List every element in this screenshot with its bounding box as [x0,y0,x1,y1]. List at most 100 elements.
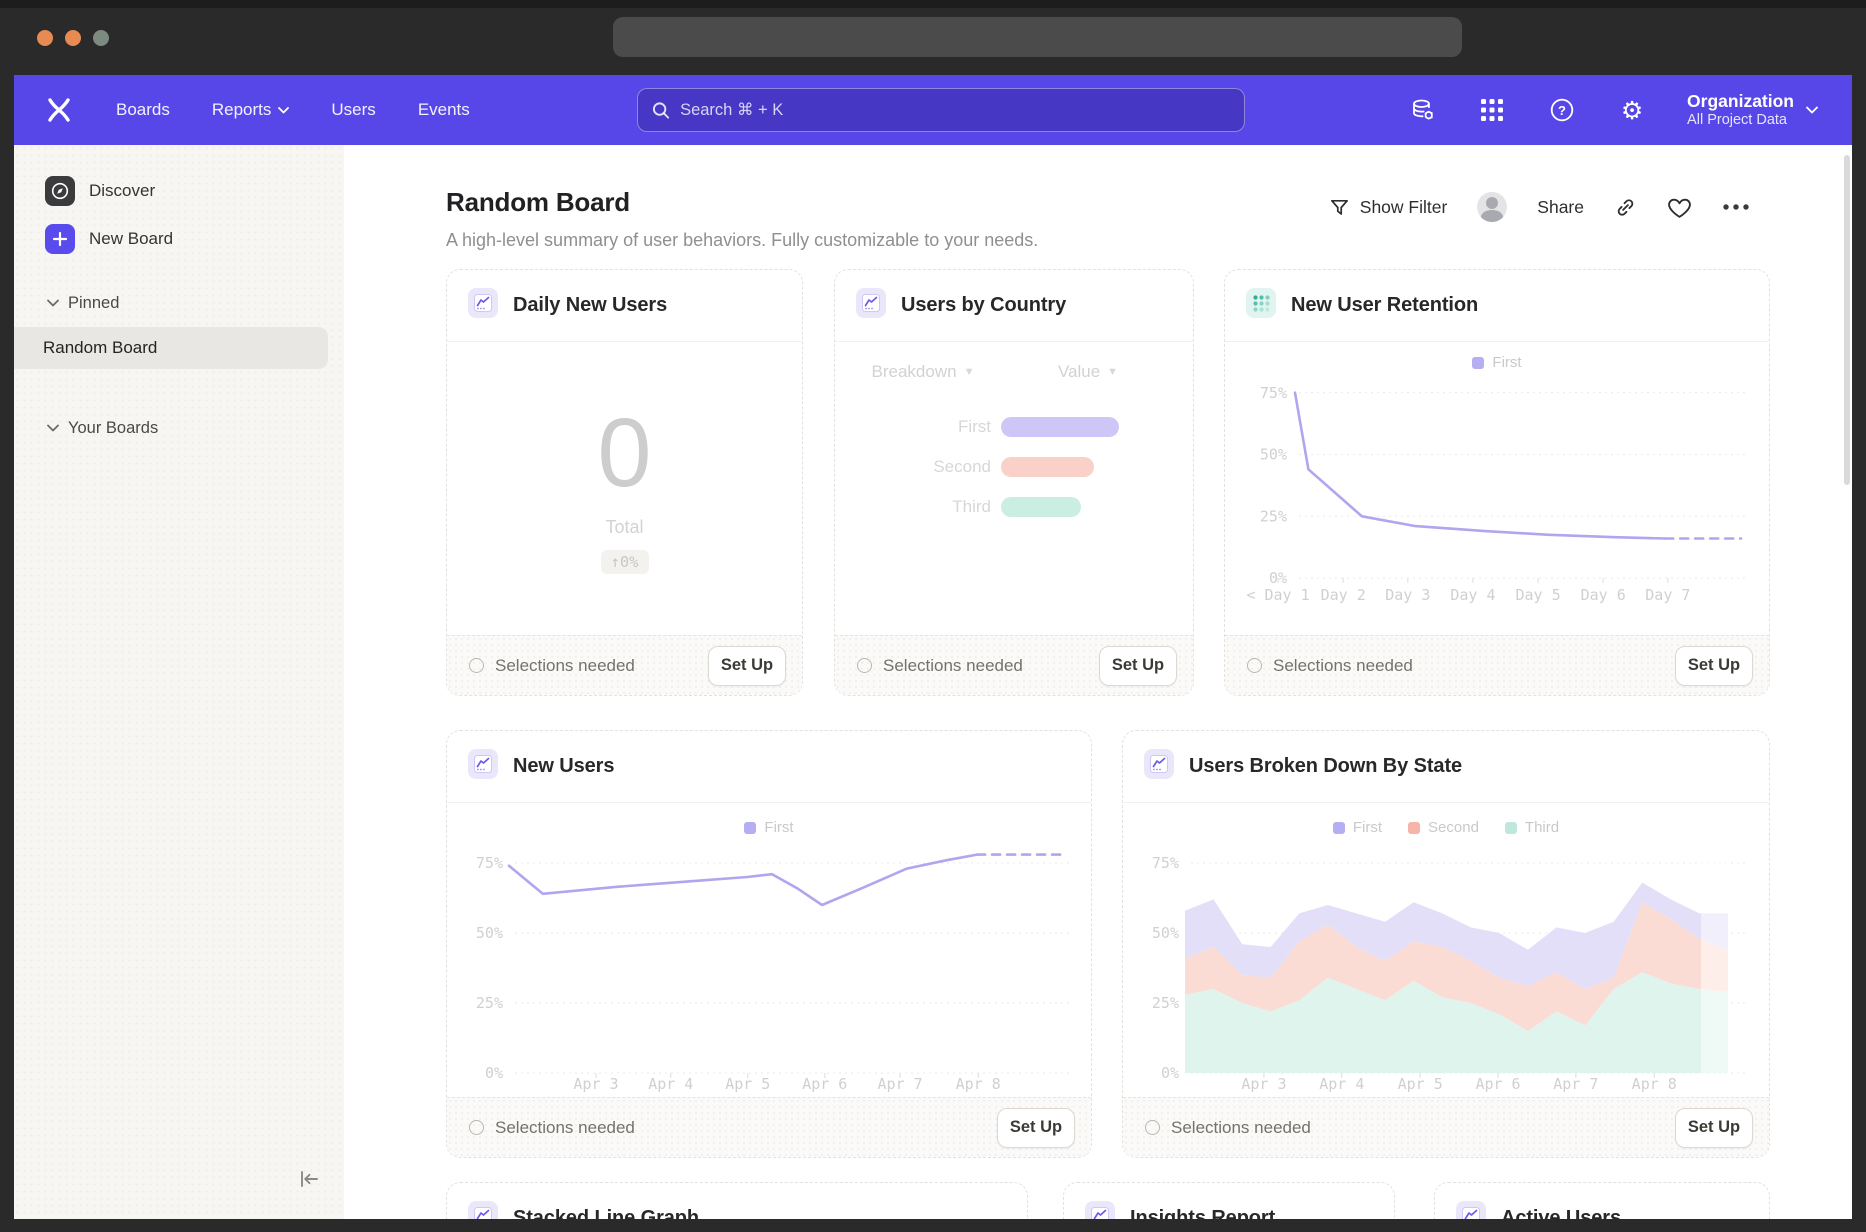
card-stacked-line-graph: Stacked Line Graph [446,1182,1028,1219]
nav-label: Reports [212,100,272,120]
help-icon[interactable]: ? [1547,95,1577,125]
nav-item-reports[interactable]: Reports [212,100,290,120]
card-users-by-state: Users Broken Down By State First Second Th… [1122,730,1770,1158]
line-chart-icon [468,1201,498,1220]
copy-link-icon[interactable] [1614,196,1637,219]
legend-item: First [744,819,793,836]
favorite-heart-icon[interactable] [1667,196,1692,219]
org-subtitle: All Project Data [1687,111,1794,129]
svg-text:Day 4: Day 4 [1450,586,1495,604]
avatar[interactable] [1477,192,1507,222]
bar-third [1001,497,1081,517]
search-input[interactable] [680,101,1230,120]
mixpanel-logo-icon[interactable] [44,95,74,125]
window-minimize-button[interactable] [65,30,81,46]
set-up-button[interactable]: Set Up [708,646,786,686]
show-filter-button[interactable]: Show Filter [1329,197,1448,218]
search-icon [652,101,670,120]
status-circle-icon [1145,1120,1160,1135]
chevron-down-icon [278,107,289,114]
section-label: Your Boards [68,419,158,438]
apps-grid-icon[interactable] [1477,95,1507,125]
svg-text:25%: 25% [476,994,503,1012]
more-options-icon[interactable] [1722,203,1750,211]
status-selections-needed: Selections needed [1145,1118,1311,1138]
bar-second [1001,457,1094,477]
compass-icon [45,176,75,206]
country-bar-row: Second [871,447,1173,487]
nav-item-users[interactable]: Users [331,100,375,120]
breakdown-dropdown[interactable]: Breakdown▼ [868,362,978,382]
chevron-down-icon [1806,106,1818,114]
bar-category-label: Third [871,497,991,517]
screen: Boards Reports Users Events [0,0,1866,1232]
sidebar-label: Random Board [43,338,157,358]
share-label: Share [1537,197,1584,218]
svg-text:25%: 25% [1152,994,1179,1012]
filter-icon [1329,197,1350,218]
svg-text:50%: 50% [1260,446,1287,464]
card-title: Insights Report [1130,1207,1275,1220]
sidebar-item-random-board[interactable]: Random Board [14,327,328,369]
scrollbar[interactable] [1844,155,1850,485]
line-chart-icon [1085,1201,1115,1220]
org-title: Organization [1687,91,1794,111]
svg-text:25%: 25% [1260,507,1287,525]
data-management-icon[interactable] [1407,95,1437,125]
line-chart-icon [468,288,498,323]
window-close-button[interactable] [37,30,53,46]
sidebar-collapse-button[interactable] [296,1168,322,1195]
line-chart-icon [856,288,886,323]
svg-text:Day 7: Day 7 [1645,586,1690,604]
section-label: Pinned [68,294,119,313]
card-title: Users Broken Down By State [1189,755,1462,778]
nav-item-boards[interactable]: Boards [116,100,170,120]
svg-text:Day 2: Day 2 [1321,586,1366,604]
legend-swatch [1408,822,1420,834]
settings-gear-icon[interactable]: ⚙ [1617,95,1647,125]
card-title: New Users [513,755,614,778]
metric-label: Total [605,517,643,538]
card-insights-report: Insights Report [1063,1182,1395,1219]
line-chart-icon [1456,1201,1486,1220]
window-zoom-button[interactable] [93,30,109,46]
card-title: New User Retention [1291,294,1478,317]
global-search[interactable] [637,88,1245,132]
sidebar-section-pinned[interactable]: Pinned [14,288,344,318]
legend-item: First [1472,354,1521,371]
card-title: Users by Country [901,294,1066,317]
country-bar-row: Third [871,487,1173,527]
legend-item: First [1333,819,1382,836]
set-up-button[interactable]: Set Up [997,1108,1075,1148]
status-selections-needed: Selections needed [469,656,635,676]
share-button[interactable]: Share [1537,197,1584,218]
sidebar-item-discover[interactable]: Discover [14,173,344,209]
sidebar-item-new-board[interactable]: New Board [14,221,344,257]
set-up-button[interactable]: Set Up [1099,646,1177,686]
svg-text:< Day 1: < Day 1 [1246,586,1309,604]
legend-label: First [764,819,793,836]
sidebar-section-your-boards[interactable]: Your Boards [14,413,344,443]
card-new-users: New Users First 75%50%25%0%Apr 3Apr 4Apr… [446,730,1092,1158]
org-switcher[interactable]: Organization All Project Data [1687,91,1818,129]
status-selections-needed: Selections needed [857,656,1023,676]
status-circle-icon [857,658,872,673]
status-selections-needed: Selections needed [469,1118,635,1138]
window-controls [37,30,109,46]
legend-item: Second [1408,819,1479,836]
svg-text:0%: 0% [485,1064,503,1082]
svg-text:Day 6: Day 6 [1581,586,1626,604]
legend-label: First [1353,819,1382,836]
nav-item-events[interactable]: Events [418,100,470,120]
legend-label: Third [1525,819,1559,836]
svg-text:Day 5: Day 5 [1515,586,1560,604]
sidebar-label: Discover [89,181,155,201]
card-title: Active Users [1501,1207,1621,1220]
show-filter-label: Show Filter [1360,197,1448,218]
set-up-button[interactable]: Set Up [1675,646,1753,686]
value-dropdown[interactable]: Value▼ [1033,362,1143,382]
page-title: Random Board [446,187,1038,218]
set-up-button[interactable]: Set Up [1675,1108,1753,1148]
url-bar[interactable] [613,17,1462,57]
legend-swatch [744,822,756,834]
